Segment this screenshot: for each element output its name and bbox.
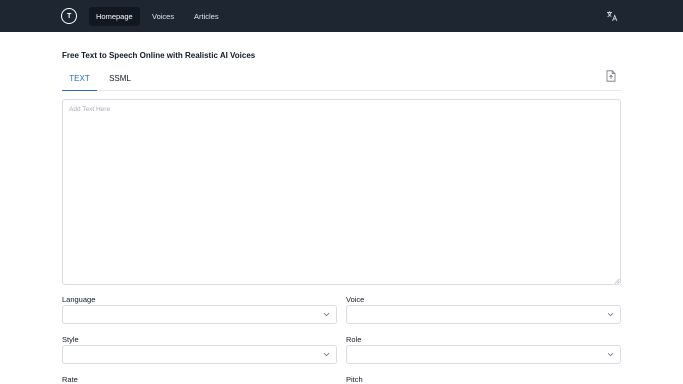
voice-select[interactable] xyxy=(346,305,621,324)
nav-articles-label: Articles xyxy=(194,12,219,21)
tab-text-label: TEXT xyxy=(69,73,90,83)
style-select[interactable] xyxy=(62,345,337,364)
nav-homepage[interactable]: Homepage xyxy=(89,7,140,26)
logo-icon[interactable]: T xyxy=(61,8,77,24)
chevron-down-icon xyxy=(607,352,614,357)
role-label: Role xyxy=(346,335,362,344)
role-select[interactable] xyxy=(346,345,621,364)
tab-ssml-label: SSML xyxy=(109,74,131,83)
translate-icon[interactable] xyxy=(606,10,618,22)
top-navbar: T Homepage Voices Articles xyxy=(0,0,683,32)
text-input[interactable] xyxy=(62,99,621,285)
tab-ssml[interactable]: SSML xyxy=(105,66,135,91)
nav-homepage-label: Homepage xyxy=(96,12,133,21)
chevron-down-icon xyxy=(323,312,330,317)
editor-tabs: TEXT SSML xyxy=(62,66,621,91)
style-label: Style xyxy=(62,335,79,344)
nav-voices-label: Voices xyxy=(152,12,175,21)
voice-label: Voice xyxy=(346,295,365,304)
page-title: Free Text to Speech Online with Realisti… xyxy=(62,51,256,60)
pitch-label: Pitch xyxy=(346,375,363,384)
nav-voices[interactable]: Voices xyxy=(145,7,181,26)
resize-handle-icon[interactable] xyxy=(614,278,620,284)
language-select[interactable] xyxy=(62,305,337,324)
nav-articles[interactable]: Articles xyxy=(187,7,226,26)
rate-label: Rate xyxy=(62,375,78,384)
file-upload-icon[interactable] xyxy=(606,70,616,82)
logo-text: T xyxy=(67,12,71,20)
language-label: Language xyxy=(62,295,96,304)
chevron-down-icon xyxy=(607,312,614,317)
tab-text[interactable]: TEXT xyxy=(62,66,97,91)
chevron-down-icon xyxy=(323,352,330,357)
